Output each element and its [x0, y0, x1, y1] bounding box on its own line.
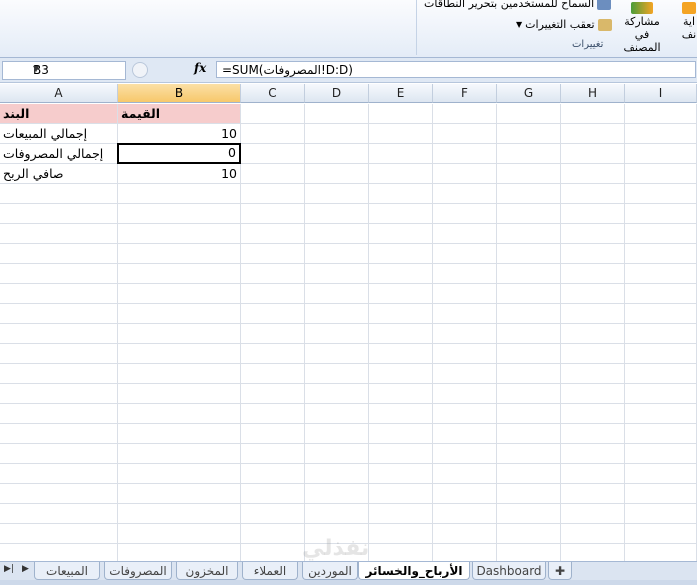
cell-b3-selected[interactable]: 0: [117, 143, 241, 164]
dropdown-arrow-icon: ▼: [516, 20, 523, 29]
gridline: [0, 483, 697, 484]
sheet-tab-dashboard[interactable]: Dashboard: [472, 562, 546, 580]
cell-a2[interactable]: إجمالي المبيعات: [0, 124, 117, 143]
cell-a1[interactable]: البند: [0, 104, 117, 123]
gridline: [0, 503, 697, 504]
share-workbook-icon: [631, 2, 653, 14]
sheet-tab-expenses[interactable]: المصروفات: [104, 562, 172, 580]
gridline: [0, 183, 697, 184]
share-workbook-button[interactable]: مشاركة في المصنف: [617, 2, 667, 54]
ribbon-separator: [416, 0, 417, 55]
cell-a4[interactable]: صافي الربح: [0, 164, 117, 183]
gridline: [304, 104, 305, 561]
protect-label-line2: نف: [681, 28, 697, 41]
allow-users-label: السماح للمستخدمين بتحرير النطاقات: [424, 0, 595, 10]
gridline: [0, 523, 697, 524]
expand-handle-icon[interactable]: [132, 62, 148, 78]
last-sheet-nav-icon[interactable]: ▶|: [4, 564, 14, 574]
allow-users-icon: [597, 0, 612, 10]
share-label-line2: المصنف: [623, 41, 661, 54]
sheet-tab-bar: ▶| ▶ المبيعات المصروفات المخزون العملاء …: [0, 561, 697, 581]
share-label-line1: مشاركة في: [624, 15, 660, 41]
track-changes-icon: [597, 18, 612, 31]
track-changes-label: تعقب التغييرات: [525, 18, 595, 31]
column-header-f[interactable]: F: [433, 84, 497, 103]
column-header-h[interactable]: H: [561, 84, 625, 103]
gridline: [432, 104, 433, 561]
cell-b4[interactable]: 10: [118, 164, 240, 183]
gridline: [0, 263, 697, 264]
cell-b1[interactable]: القيمة: [118, 104, 240, 123]
next-sheet-nav-icon[interactable]: ▶: [22, 564, 29, 574]
gridline: [560, 104, 561, 561]
name-box-dropdown-icon[interactable]: ▼: [33, 64, 123, 73]
gridline: [240, 104, 241, 561]
column-header-b[interactable]: B: [118, 84, 241, 103]
gridline: [0, 363, 697, 364]
gridline: [0, 223, 697, 224]
gridline: [0, 443, 697, 444]
worksheet-grid[interactable]: A B C D E F G H I البند القيمة إجمالي ال…: [0, 84, 697, 561]
ribbon: السماح للمستخدمين بتحرير النطاقات تعقب ا…: [0, 0, 697, 58]
insert-sheet-icon[interactable]: ✚: [548, 562, 572, 580]
gridline: [0, 463, 697, 464]
protect-workbook-button[interactable]: اية نف: [679, 2, 697, 41]
gridline: [0, 283, 697, 284]
sheet-tab-inventory[interactable]: المخزون: [176, 562, 238, 580]
cell-b2[interactable]: 10: [118, 124, 240, 143]
gridline: [0, 403, 697, 404]
gridline: [0, 383, 697, 384]
protect-workbook-icon: [682, 2, 696, 14]
formula-input[interactable]: =SUM(المصروفات!D:D): [216, 61, 696, 78]
gridline: [496, 104, 497, 561]
gridline: [0, 203, 697, 204]
protect-label-line1: اية: [682, 15, 695, 28]
sheet-tab-customers[interactable]: العملاء: [242, 562, 298, 580]
gridline: [0, 303, 697, 304]
allow-users-edit-ranges-button[interactable]: السماح للمستخدمين بتحرير النطاقات: [424, 0, 612, 10]
name-box[interactable]: B3 ▼: [2, 61, 126, 80]
insert-function-button[interactable]: fx: [194, 61, 206, 75]
gridline: [0, 243, 697, 244]
column-header-d[interactable]: D: [305, 84, 369, 103]
watermark-logo: نفذلي: [302, 536, 370, 561]
gridline: [0, 423, 697, 424]
sheet-tab-suppliers[interactable]: الموردين: [302, 562, 358, 580]
column-header-c[interactable]: C: [241, 84, 305, 103]
sheet-tab-sales[interactable]: المبيعات: [34, 562, 100, 580]
column-header-e[interactable]: E: [369, 84, 433, 103]
track-changes-button[interactable]: تعقب التغييرات ▼: [516, 18, 612, 31]
gridline: [624, 104, 625, 561]
status-bar: [0, 580, 697, 585]
gridline: [368, 104, 369, 561]
sheet-tab-profit-loss[interactable]: الأرباح_والخسائر: [358, 562, 470, 580]
formula-bar: B3 ▼ fx =SUM(المصروفات!D:D): [0, 58, 697, 83]
gridline: [0, 323, 697, 324]
column-header-g[interactable]: G: [497, 84, 561, 103]
changes-group-label: تغييرات: [572, 39, 604, 50]
cell-a3[interactable]: إجمالي المصروفات: [0, 144, 117, 163]
formula-controls: fx: [132, 61, 212, 78]
column-header-a[interactable]: A: [0, 84, 118, 103]
column-header-i[interactable]: I: [625, 84, 697, 103]
gridline: [0, 343, 697, 344]
